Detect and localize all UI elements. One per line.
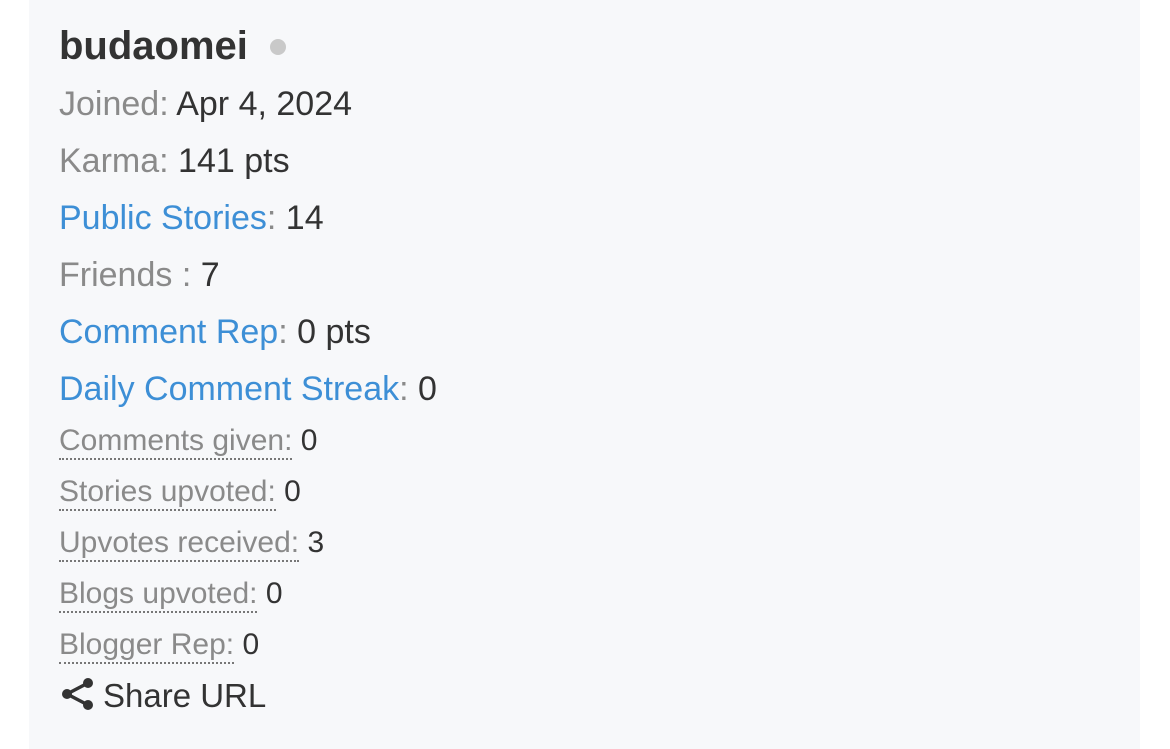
blogs-upvoted-row: Blogs upvoted: 0	[59, 575, 283, 613]
colon: :	[278, 313, 288, 351]
offline-status-dot	[269, 39, 286, 55]
comments-given-value: 0	[300, 424, 318, 457]
public-stories-row: Public Stories: 14	[59, 196, 324, 240]
joined-value: Apr 4, 2024	[176, 85, 353, 123]
comment-rep-value: 0 pts	[297, 313, 371, 351]
public-stories-value: 14	[285, 199, 324, 237]
joined-label: Joined:	[59, 85, 169, 123]
daily-streak-row: Daily Comment Streak: 0	[59, 367, 437, 411]
blogs-upvoted-value: 0	[265, 577, 283, 610]
stories-upvoted-row: Stories upvoted: 0	[59, 473, 301, 511]
friends-label: Friends :	[59, 256, 192, 294]
joined-row: Joined: Apr 4, 2024	[59, 82, 352, 126]
daily-streak-value: 0	[418, 370, 437, 408]
friends-value: 7	[200, 256, 220, 294]
share-icon	[59, 675, 97, 718]
public-stories-link[interactable]: Public Stories	[59, 199, 267, 237]
colon: :	[266, 199, 277, 237]
comment-rep-row: Comment Rep: 0 pts	[59, 310, 371, 354]
upvotes-received-value: 3	[307, 526, 325, 559]
comments-given-row: Comments given: 0	[59, 422, 317, 460]
share-url-button[interactable]: Share URL	[59, 674, 266, 718]
karma-value: 141 pts	[178, 142, 290, 180]
blogger-rep-label: Blogger Rep:	[59, 628, 235, 664]
blogs-upvoted-label: Blogs upvoted:	[59, 577, 258, 613]
username-row: budaomei	[59, 22, 286, 70]
stories-upvoted-label: Stories upvoted:	[59, 475, 276, 511]
daily-streak-link[interactable]: Daily Comment Streak	[59, 370, 399, 408]
karma-row: Karma: 141 pts	[59, 139, 290, 183]
karma-label: Karma:	[59, 142, 169, 180]
share-url-label: Share URL	[103, 677, 267, 714]
username: budaomei	[59, 24, 248, 68]
stories-upvoted-value: 0	[284, 475, 301, 508]
blogger-rep-row: Blogger Rep: 0	[59, 626, 259, 664]
comment-rep-link[interactable]: Comment Rep	[59, 313, 278, 351]
upvotes-received-row: Upvotes received: 3	[59, 524, 324, 562]
upvotes-received-label: Upvotes received:	[59, 526, 300, 562]
colon: :	[399, 370, 409, 408]
profile-card: budaomei Joined: Apr 4, 2024 Karma: 141 …	[29, 0, 1140, 749]
comments-given-label: Comments given:	[59, 424, 293, 460]
blogger-rep-value: 0	[242, 628, 260, 661]
friends-row: Friends : 7	[59, 253, 220, 297]
